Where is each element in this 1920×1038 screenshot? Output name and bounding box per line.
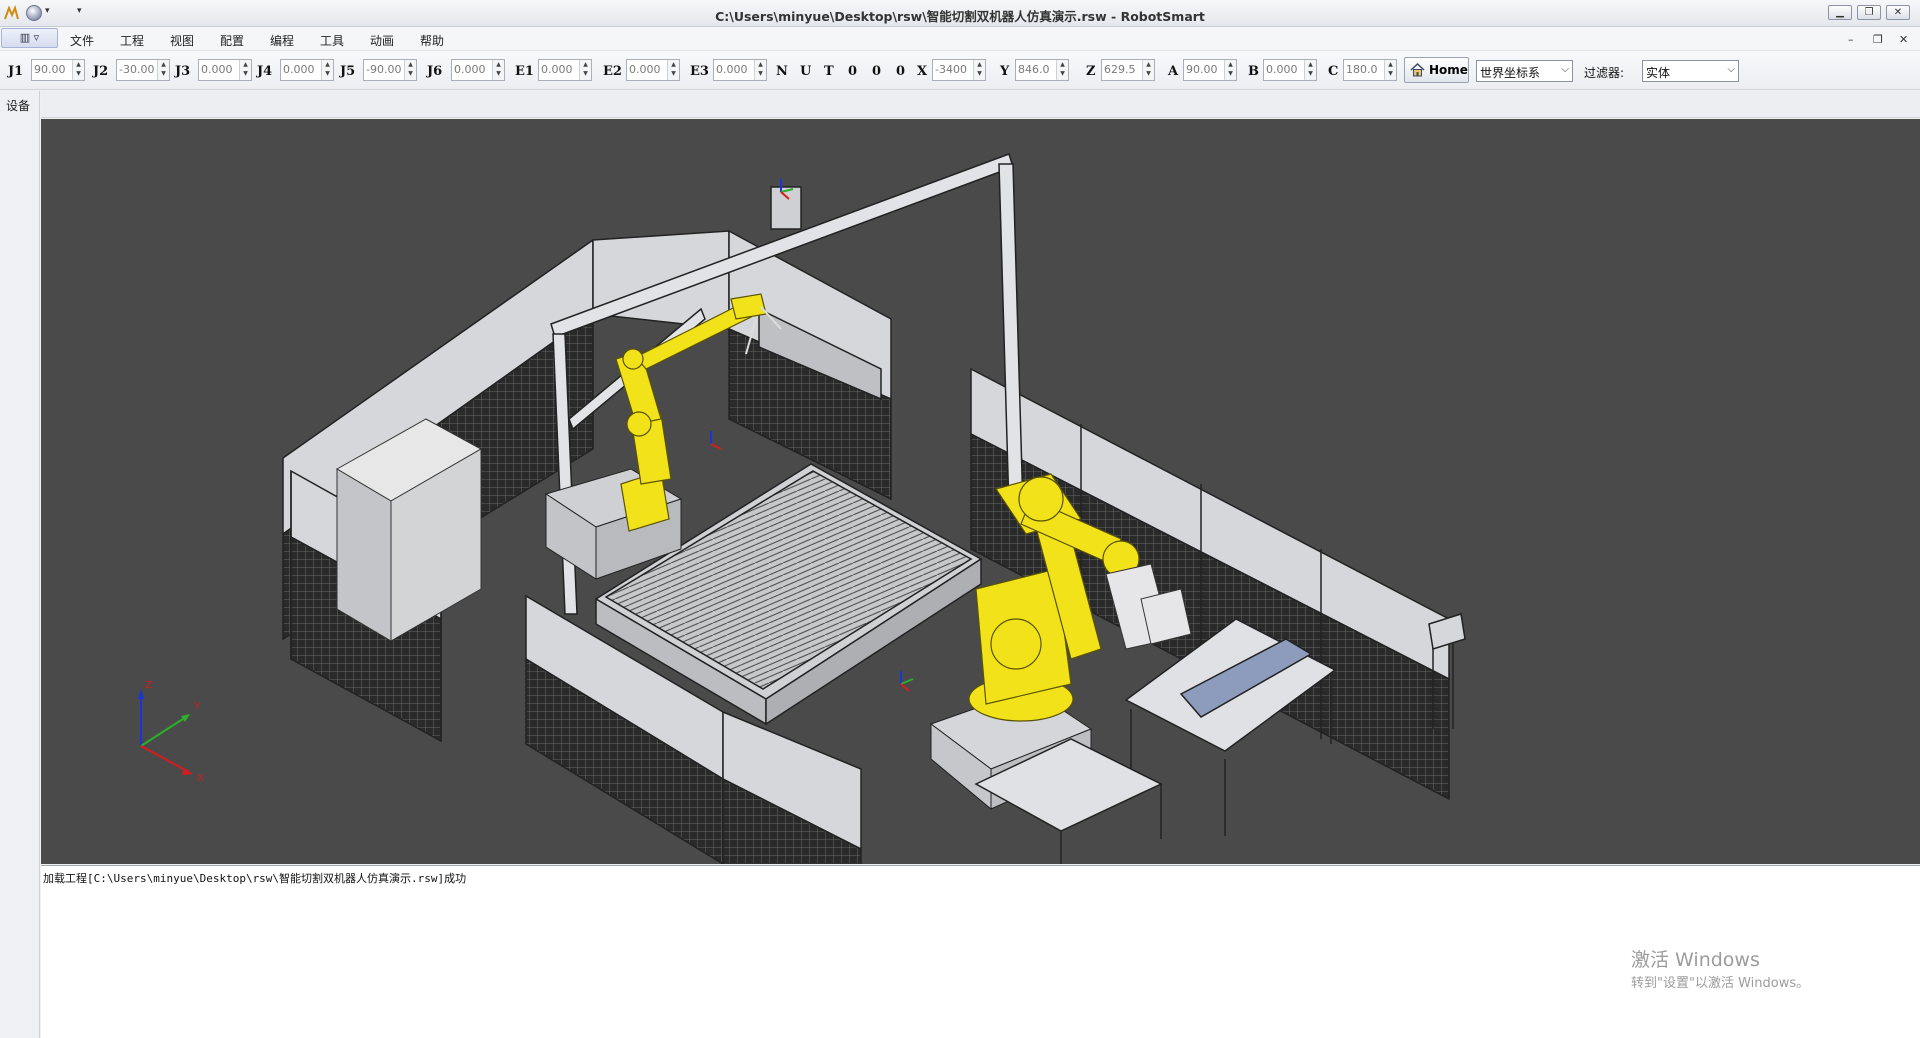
x-label: X bbox=[917, 64, 928, 79]
home-icon bbox=[1410, 63, 1425, 77]
j3-stepper[interactable]: 0.000 ▲ ▼ bbox=[198, 59, 252, 81]
viewport-header-strip bbox=[41, 91, 1920, 118]
minimize-button[interactable]: ▁ bbox=[1828, 5, 1852, 20]
e3-label: E3 bbox=[690, 64, 709, 79]
3d-viewport[interactable]: Z Y X bbox=[41, 119, 1920, 864]
home-button[interactable]: Home bbox=[1404, 57, 1469, 83]
j2-stepper[interactable]: -30.00 ▲ ▼ bbox=[116, 59, 170, 81]
mdi-minimize-button[interactable]: – bbox=[1848, 33, 1854, 46]
j3-label: J3 bbox=[175, 64, 191, 79]
j5-label: J5 bbox=[340, 64, 356, 79]
application-menu-button[interactable]: ▥ ▿ bbox=[1, 28, 58, 48]
j6-stepper[interactable]: 0.000 ▲ ▼ bbox=[451, 59, 505, 81]
menu-bar: ▥ ▿ 文件 工程 视图 配置 编程 工具 动画 帮助 – ❐ ✕ bbox=[0, 27, 1920, 50]
activation-watermark-subtitle: 转到"设置"以激活 Windows。 bbox=[1631, 976, 1810, 991]
axis-y-label: Y bbox=[193, 701, 201, 712]
config-n: N bbox=[776, 64, 788, 79]
output-log-panel[interactable]: 加载工程[C:\Users\minyue\Desktop\rsw\智能切割双机器… bbox=[41, 865, 1920, 1038]
axis-x-label: X bbox=[197, 773, 204, 784]
axis-z-label: Z bbox=[145, 680, 152, 691]
e3-stepper[interactable]: 0.000 ▲ ▼ bbox=[713, 59, 767, 81]
b-stepper[interactable]: 0.000 ▲ ▼ bbox=[1263, 59, 1317, 81]
j6-label: J6 bbox=[427, 64, 443, 79]
e2-stepper[interactable]: 0.000 ▲ ▼ bbox=[626, 59, 680, 81]
j1-label: J1 bbox=[8, 64, 24, 79]
y-label: Y bbox=[1000, 64, 1010, 79]
close-button[interactable]: ✕ bbox=[1886, 5, 1910, 20]
x-stepper[interactable]: -3400 ▲ ▼ bbox=[932, 59, 986, 81]
joint-toolbar: J1 90.00 ▲ ▼ J2 -30.00 ▲ ▼ J3 0.000 ▲ ▼ J4 0.0… bbox=[0, 50, 1920, 90]
menu-view[interactable]: 视图 bbox=[170, 32, 194, 49]
workpiece-table bbox=[1124, 618, 1337, 836]
c-label: C bbox=[1328, 64, 1339, 79]
fence-back bbox=[728, 229, 892, 501]
title-bar: ▾ ▾ C:\Users\minyue\Desktop\rsw\智能切割双机器人… bbox=[0, 0, 1920, 27]
scene-canvas[interactable]: Z Y X bbox=[41, 119, 1920, 864]
menu-project[interactable]: 工程 bbox=[120, 32, 144, 49]
config-0b: 0 bbox=[872, 64, 882, 79]
left-sidebar: 设备 bbox=[0, 91, 40, 1038]
window-title: C:\Users\minyue\Desktop\rsw\智能切割双机器人仿真演示… bbox=[715, 9, 1205, 24]
menu-tools[interactable]: 工具 bbox=[320, 32, 344, 49]
restore-button[interactable]: ❐ bbox=[1857, 5, 1881, 20]
menu-file[interactable]: 文件 bbox=[70, 32, 94, 49]
chevron-down-icon: ⌵ bbox=[1727, 64, 1735, 75]
j1-stepper[interactable]: 90.00 ▲ ▼ bbox=[31, 59, 85, 81]
axis-triad: Z Y X bbox=[138, 680, 204, 784]
menu-animation[interactable]: 动画 bbox=[370, 32, 394, 49]
j4-stepper[interactable]: 0.000 ▲ ▼ bbox=[280, 59, 334, 81]
config-t: T bbox=[824, 64, 834, 79]
coordinate-system-select[interactable]: 世界坐标系 ⌵ bbox=[1476, 60, 1573, 82]
filter-select[interactable]: 实体 ⌵ bbox=[1642, 60, 1739, 82]
chevron-down-icon: ⌵ bbox=[1561, 64, 1569, 75]
filter-label: 过滤器: bbox=[1584, 66, 1625, 80]
a-label: A bbox=[1168, 64, 1179, 79]
activation-watermark-title: 激活 Windows bbox=[1631, 949, 1760, 971]
tab-devices[interactable]: 设备 bbox=[6, 97, 30, 114]
e1-label: E1 bbox=[515, 64, 534, 79]
config-u: U bbox=[800, 64, 812, 79]
b-label: B bbox=[1248, 64, 1259, 79]
z-label: Z bbox=[1086, 64, 1096, 79]
j4-label: J4 bbox=[257, 64, 273, 79]
mdi-restore-button[interactable]: ❐ bbox=[1873, 33, 1883, 46]
mdi-close-button[interactable]: ✕ bbox=[1899, 33, 1908, 46]
j2-label: J2 bbox=[93, 64, 109, 79]
e2-label: E2 bbox=[603, 64, 622, 79]
e1-stepper[interactable]: 0.000 ▲ ▼ bbox=[538, 59, 592, 81]
c-stepper[interactable]: 180.0 ▲ ▼ bbox=[1343, 59, 1397, 81]
config-0c: 0 bbox=[896, 64, 906, 79]
menu-help[interactable]: 帮助 bbox=[420, 32, 444, 49]
menu-program[interactable]: 编程 bbox=[270, 32, 294, 49]
config-0a: 0 bbox=[848, 64, 858, 79]
menu-config[interactable]: 配置 bbox=[220, 32, 244, 49]
a-stepper[interactable]: 90.00 ▲ ▼ bbox=[1183, 59, 1237, 81]
y-stepper[interactable]: 846.0 ▲ ▼ bbox=[1015, 59, 1069, 81]
log-line: 加载工程[C:\Users\minyue\Desktop\rsw\智能切割双机器… bbox=[43, 872, 467, 885]
z-stepper[interactable]: 629.5 ▲ ▼ bbox=[1101, 59, 1155, 81]
j5-stepper[interactable]: -90.00 ▲ ▼ bbox=[363, 59, 417, 81]
